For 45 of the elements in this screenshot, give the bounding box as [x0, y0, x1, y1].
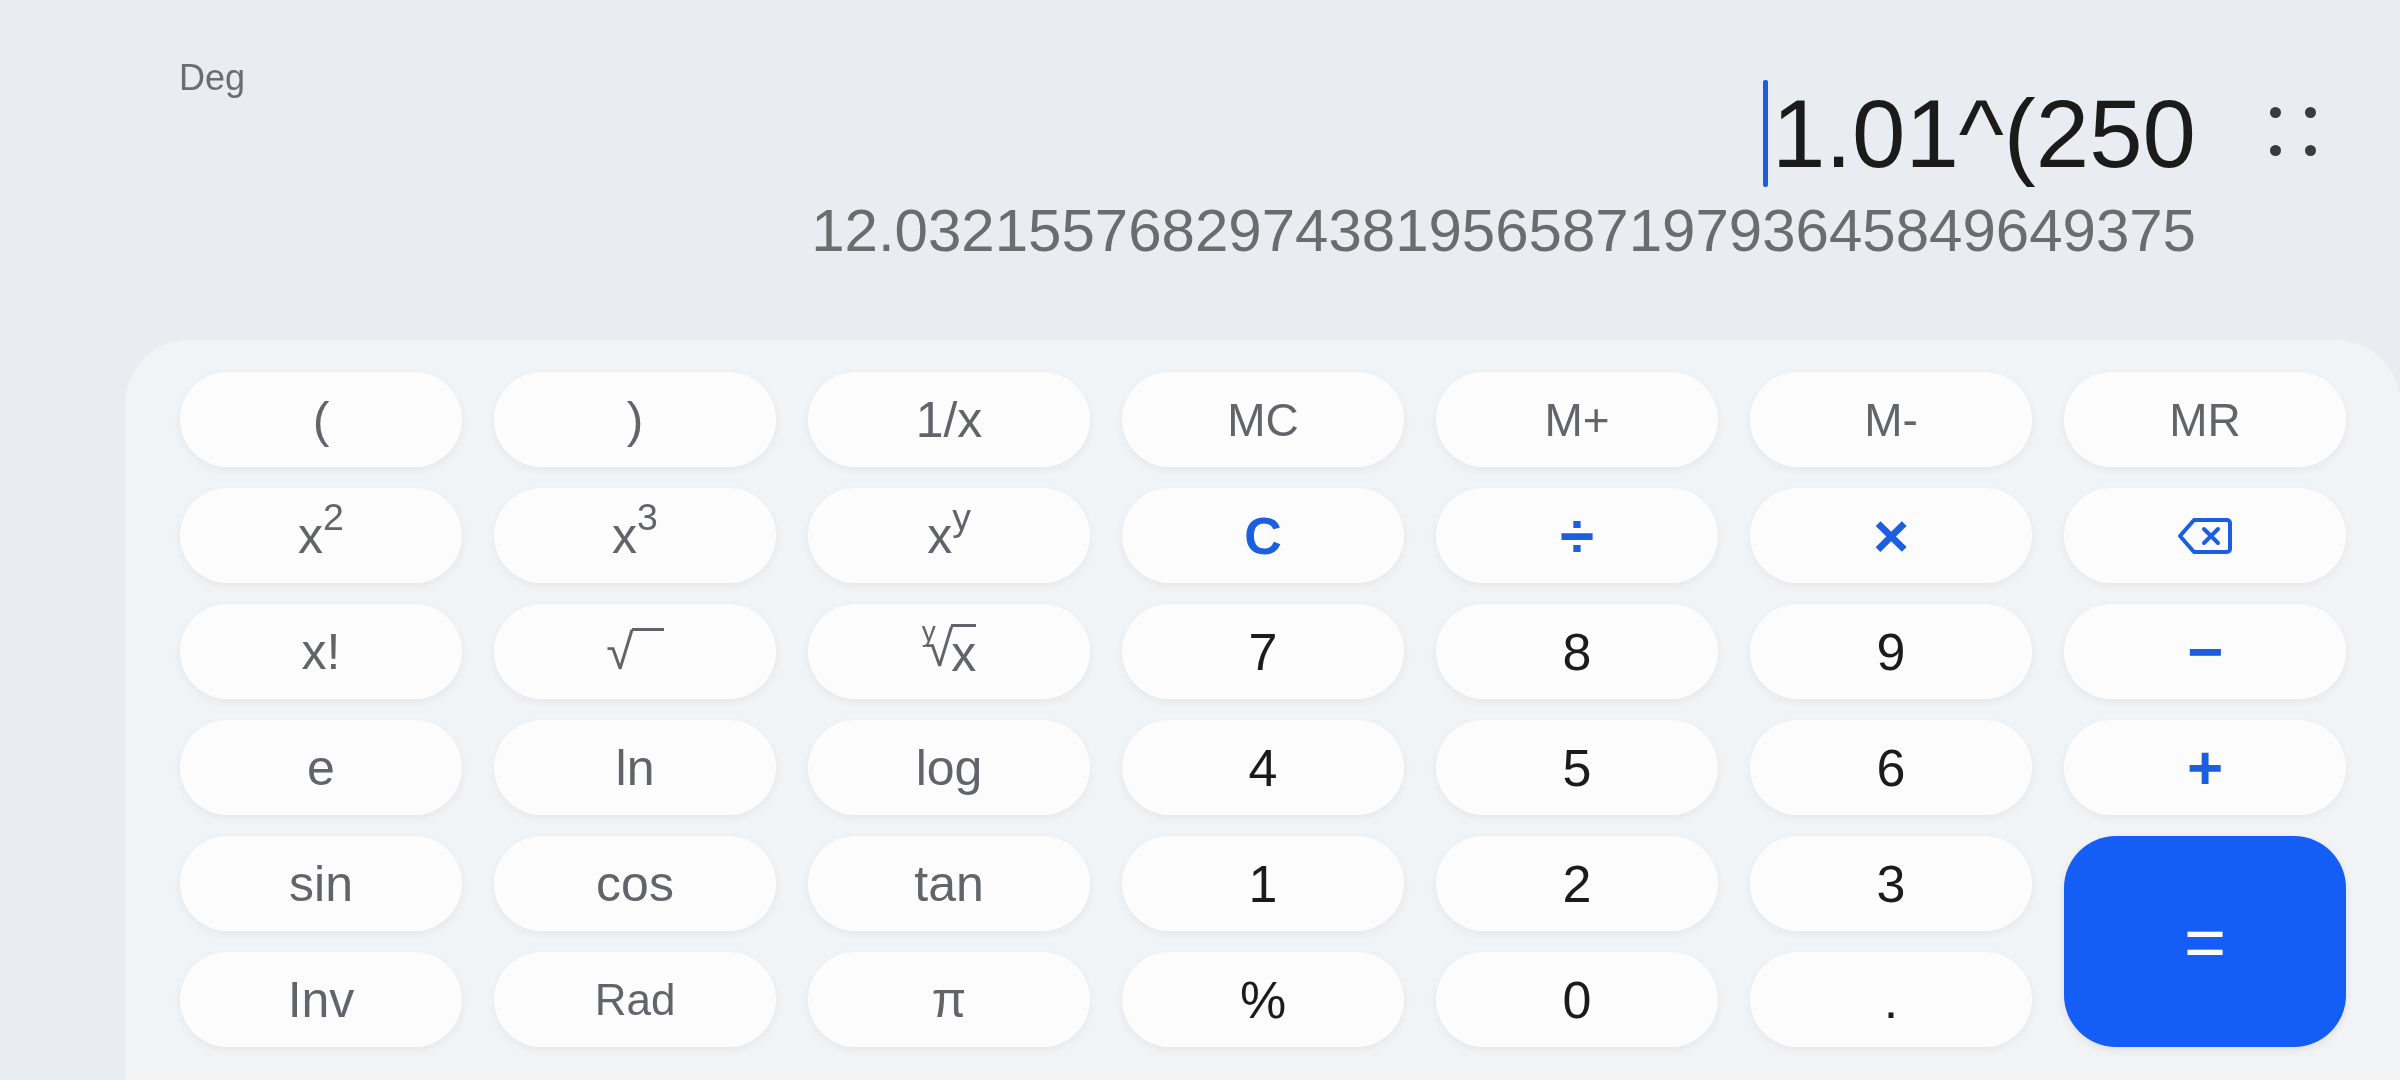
operator-key[interactable]: −: [2064, 604, 2346, 699]
function-key[interactable]: π: [808, 952, 1090, 1047]
function-key[interactable]: x$^{y}$: [808, 488, 1090, 583]
digit-key[interactable]: %: [1122, 952, 1404, 1047]
backspace-icon: [2177, 516, 2233, 555]
digit-key[interactable]: 8: [1436, 604, 1718, 699]
function-key[interactable]: tan: [808, 836, 1090, 931]
function-key[interactable]: cos: [494, 836, 776, 931]
digit-key[interactable]: .: [1750, 952, 2032, 1047]
function-key[interactable]: sin: [180, 836, 462, 931]
angle-mode-key[interactable]: Rad: [494, 952, 776, 1047]
digit-key[interactable]: 7: [1122, 604, 1404, 699]
memory-key[interactable]: M-: [1750, 372, 2032, 467]
function-key[interactable]: 1/x: [808, 372, 1090, 467]
clear-key[interactable]: C: [1122, 488, 1404, 583]
function-key[interactable]: ln: [494, 720, 776, 815]
digit-key[interactable]: 3: [1750, 836, 2032, 931]
function-key[interactable]: log: [808, 720, 1090, 815]
digit-key[interactable]: 4: [1122, 720, 1404, 815]
function-key[interactable]: x$^{3}$: [494, 488, 776, 583]
function-key[interactable]: x$^{2}$: [180, 488, 462, 583]
digit-key[interactable]: 9: [1750, 604, 2032, 699]
digit-key[interactable]: 0: [1436, 952, 1718, 1047]
digit-key[interactable]: 5: [1436, 720, 1718, 815]
operator-key[interactable]: ÷: [1436, 488, 1718, 583]
function-key[interactable]: Inv: [180, 952, 462, 1047]
operator-key[interactable]: +: [2064, 720, 2346, 815]
dots-grid-icon[interactable]: [2270, 107, 2316, 156]
equals-key[interactable]: =: [2064, 836, 2346, 1047]
memory-key[interactable]: MC: [1122, 372, 1404, 467]
function-key[interactable]: x!: [180, 604, 462, 699]
function-key[interactable]: ): [494, 372, 776, 467]
digit-key[interactable]: 2: [1436, 836, 1718, 931]
memory-key[interactable]: M+: [1436, 372, 1718, 467]
function-key[interactable]: e: [180, 720, 462, 815]
digit-key[interactable]: 1: [1122, 836, 1404, 931]
digit-key[interactable]: 6: [1750, 720, 2032, 815]
function-key[interactable]: (: [180, 372, 462, 467]
memory-key[interactable]: MR: [2064, 372, 2346, 467]
expression-field[interactable]: 1.01^(250: [1762, 80, 2196, 187]
operator-key[interactable]: ×: [1750, 488, 2032, 583]
angle-mode-label: Deg: [179, 60, 246, 96]
result-text: 12.032155768297438195658719793645849649375: [811, 201, 2196, 261]
root-key[interactable]: √: [494, 604, 776, 699]
text-cursor-icon: [1762, 80, 1768, 187]
